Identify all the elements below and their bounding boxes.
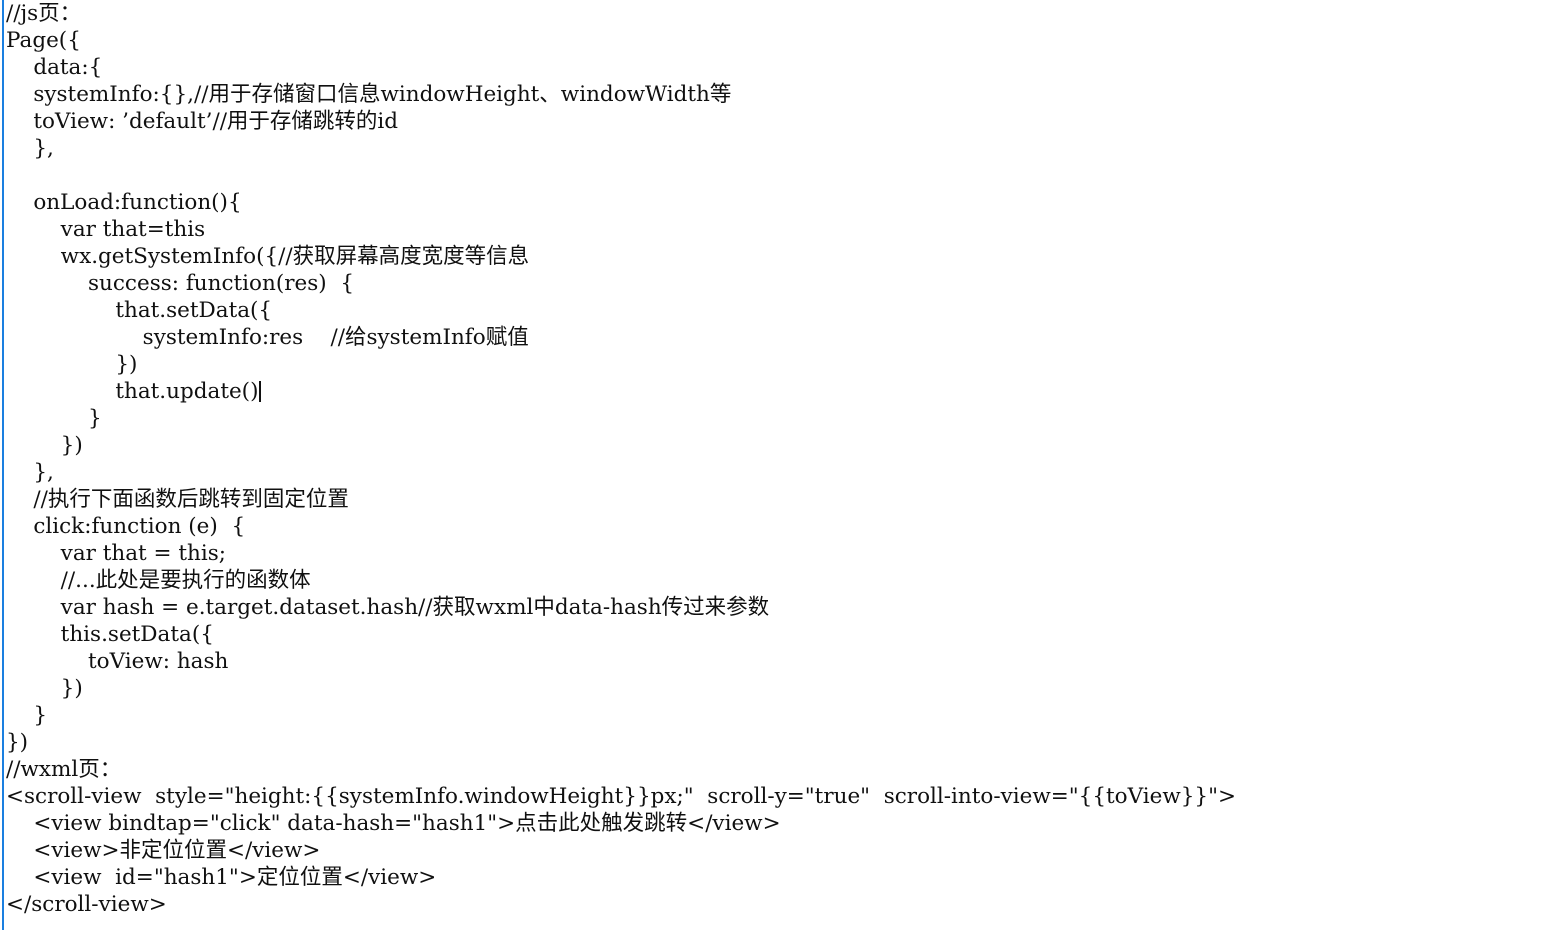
code-line-text: //wxml页： [6, 757, 122, 782]
code-line[interactable]: toView: hash [0, 648, 1546, 675]
code-line-text: //...此处是要执行的函数体 [6, 568, 311, 593]
code-line[interactable]: }, [0, 459, 1546, 486]
code-line[interactable]: success: function(res) { [0, 270, 1546, 297]
code-line[interactable]: <scroll-view style="height:{{systemInfo.… [0, 783, 1546, 810]
code-line-text: }, [6, 460, 54, 485]
code-line[interactable]: <view bindtap="click" data-hash="hash1">… [0, 810, 1546, 837]
code-line[interactable]: } [0, 405, 1546, 432]
code-editor-surface[interactable]: //js页： Page({ data:{ systemInfo:{},//用于存储… [0, 0, 1546, 930]
code-line-text: //js页： [6, 1, 82, 26]
code-line-text: Page({ [6, 28, 81, 53]
code-line[interactable]: } [0, 702, 1546, 729]
text-caret [259, 381, 262, 402]
code-line-text: }) [6, 730, 29, 755]
code-line-text: click:function (e) { [6, 514, 246, 539]
code-line[interactable]: var that=this [0, 216, 1546, 243]
code-line-text: systemInfo:{},//用于存储窗口信息windowHeight、win… [6, 82, 732, 107]
code-line[interactable]: that.setData({ [0, 297, 1546, 324]
code-line-text: </scroll-view> [6, 892, 167, 917]
code-line[interactable]: this.setData({ [0, 621, 1546, 648]
code-line[interactable]: </scroll-view> [0, 891, 1546, 918]
code-line-text: <view id="hash1">定位位置</view> [6, 865, 437, 890]
code-line-text: } [6, 703, 48, 728]
code-line[interactable]: }) [0, 675, 1546, 702]
code-line-text: var hash = e.target.dataset.hash//获取wxml… [6, 595, 770, 620]
code-line[interactable]: onLoad:function(){ [0, 189, 1546, 216]
code-line-blank[interactable] [0, 162, 1546, 189]
code-line-text: this.setData({ [6, 622, 214, 647]
code-line-text: <scroll-view style="height:{{systemInfo.… [6, 784, 1237, 809]
code-line-text: }) [6, 433, 83, 458]
code-line-text: var that=this [6, 217, 206, 242]
code-line[interactable]: }) [0, 729, 1546, 756]
code-line[interactable]: <view>非定位位置</view> [0, 837, 1546, 864]
code-line-text: systemInfo:res //给systemInfo赋值 [6, 325, 529, 350]
code-line-text: }, [6, 136, 54, 161]
code-line-text: <view bindtap="click" data-hash="hash1">… [6, 811, 781, 836]
code-line-text: var that = this; [6, 541, 227, 566]
code-line[interactable]: //执行下面函数后跳转到固定位置 [0, 486, 1546, 513]
code-line-text: data:{ [6, 55, 103, 80]
code-line-text: } [6, 406, 102, 431]
code-line[interactable]: var hash = e.target.dataset.hash//获取wxml… [0, 594, 1546, 621]
code-line[interactable]: Page({ [0, 27, 1546, 54]
code-line[interactable]: //js页： [0, 0, 1546, 27]
code-line-text: //执行下面函数后跳转到固定位置 [6, 487, 349, 512]
code-line-text: toView: ’default’//用于存储跳转的id [6, 109, 399, 134]
code-line[interactable]: }) [0, 351, 1546, 378]
code-line[interactable]: that.update() [0, 378, 1546, 405]
code-line[interactable]: var that = this; [0, 540, 1546, 567]
code-line[interactable]: //...此处是要执行的函数体 [0, 567, 1546, 594]
code-line[interactable]: }) [0, 432, 1546, 459]
code-line-text: onLoad:function(){ [6, 190, 242, 215]
code-line-text: that.update() [6, 379, 259, 404]
code-line-text: <view>非定位位置</view> [6, 838, 321, 863]
code-line-text: that.setData({ [6, 298, 273, 323]
code-line-text: }) [6, 352, 138, 377]
code-line[interactable]: systemInfo:res //给systemInfo赋值 [0, 324, 1546, 351]
code-line[interactable]: //wxml页： [0, 756, 1546, 783]
code-line[interactable]: data:{ [0, 54, 1546, 81]
code-line[interactable]: <view id="hash1">定位位置</view> [0, 864, 1546, 891]
code-line[interactable]: toView: ’default’//用于存储跳转的id [0, 108, 1546, 135]
code-line[interactable]: wx.getSystemInfo({//获取屏幕高度宽度等信息 [0, 243, 1546, 270]
code-line-text: wx.getSystemInfo({//获取屏幕高度宽度等信息 [6, 244, 530, 269]
code-line[interactable]: click:function (e) { [0, 513, 1546, 540]
code-line-text: toView: hash [6, 649, 229, 674]
code-line-text: success: function(res) { [6, 271, 354, 296]
code-line-text: }) [6, 676, 83, 701]
code-line[interactable]: }, [0, 135, 1546, 162]
code-line[interactable]: systemInfo:{},//用于存储窗口信息windowHeight、win… [0, 81, 1546, 108]
